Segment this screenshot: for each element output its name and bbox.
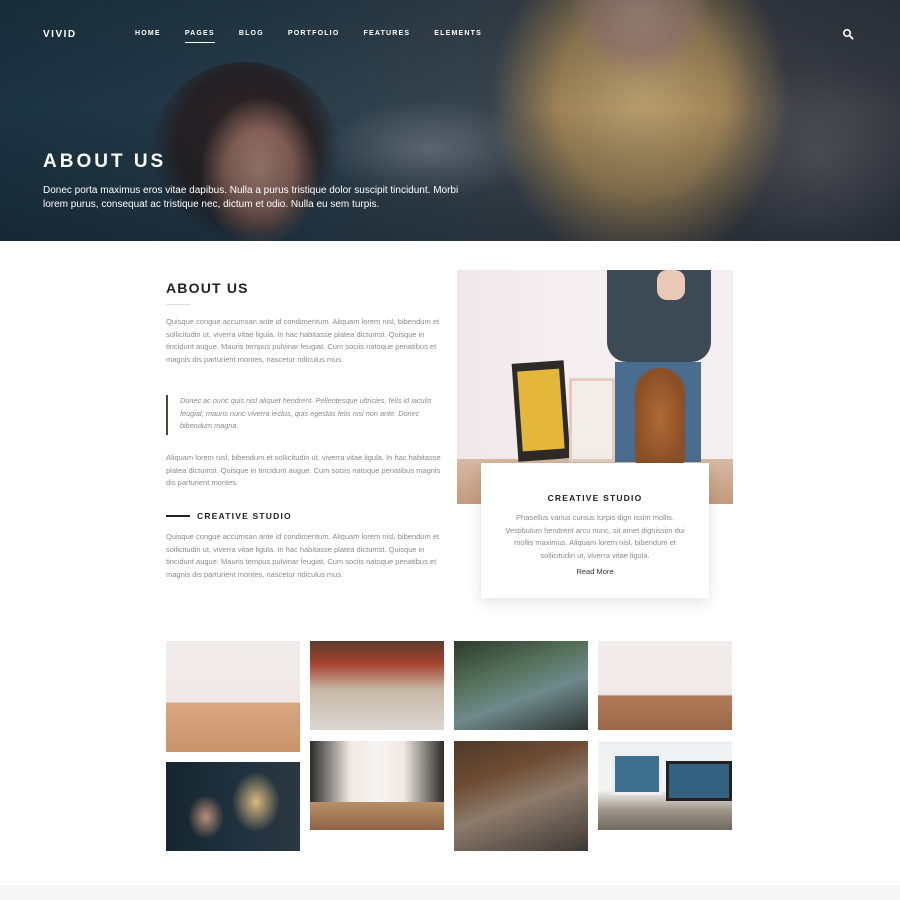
- card-text: Phasellus varius cursus turpis dign issi…: [505, 513, 685, 560]
- dog: [635, 368, 685, 468]
- search-icon[interactable]: [842, 28, 854, 40]
- gallery-item-food-cart[interactable]: [310, 641, 444, 730]
- card-title: CREATIVE STUDIO: [547, 493, 643, 503]
- heading-divider: [166, 304, 190, 305]
- nav-menu: HOME PAGES BLOG PORTFOLIO FEATURES ELEME…: [135, 30, 506, 43]
- logo[interactable]: VIVID: [43, 29, 77, 40]
- page-title: ABOUT US: [43, 151, 167, 172]
- hero-banner: VIVID HOME PAGES BLOG PORTFOLIO FEATURES…: [0, 0, 900, 241]
- poster-art: [517, 368, 565, 452]
- about-heading: ABOUT US: [166, 280, 249, 296]
- gallery-item-hallway[interactable]: [310, 741, 444, 830]
- nav-item-blog[interactable]: BLOG: [239, 30, 264, 37]
- footer-band: [0, 885, 900, 900]
- man-arm: [657, 270, 685, 300]
- gallery-item-kitchen-table[interactable]: [598, 641, 732, 730]
- studio-card: CREATIVE STUDIO Phasellus varius cursus …: [481, 463, 709, 598]
- nav-item-home[interactable]: HOME: [135, 30, 161, 37]
- top-navigation: VIVID HOME PAGES BLOG PORTFOLIO FEATURES…: [0, 0, 900, 68]
- nav-item-pages[interactable]: PAGES: [184, 30, 215, 43]
- gallery-item-office-table[interactable]: [166, 641, 300, 752]
- gallery-item-office-plants[interactable]: [454, 641, 588, 730]
- gallery-item-loft-office[interactable]: [454, 741, 588, 851]
- read-more-link[interactable]: Read More: [481, 567, 709, 576]
- about-paragraph-1: Quisque congue accumsan ante id condimen…: [166, 317, 440, 364]
- poster: [511, 360, 571, 462]
- blockquote: Donec ac nunc quis nisl aliquet hendreri…: [166, 395, 446, 435]
- about-paragraph-2: Aliquam lorem nisl, bibendum et sollicit…: [166, 453, 441, 488]
- about-paragraph-3: Quisque congue accumsan ante id condimen…: [166, 532, 440, 579]
- gallery-item-desk-monitors[interactable]: [598, 741, 732, 830]
- picture-frame: [569, 378, 615, 462]
- studio-heading-line: [166, 515, 190, 517]
- gallery-item-two-women-laptop[interactable]: [166, 762, 300, 851]
- hero-subtitle: Donec porta maximus eros vitae dapibus. …: [43, 185, 459, 210]
- nav-item-features[interactable]: FEATURES: [363, 30, 410, 37]
- studio-heading: CREATIVE STUDIO: [197, 511, 292, 521]
- nav-item-elements[interactable]: ELEMENTS: [434, 30, 482, 37]
- nav-item-portfolio[interactable]: PORTFOLIO: [288, 30, 340, 37]
